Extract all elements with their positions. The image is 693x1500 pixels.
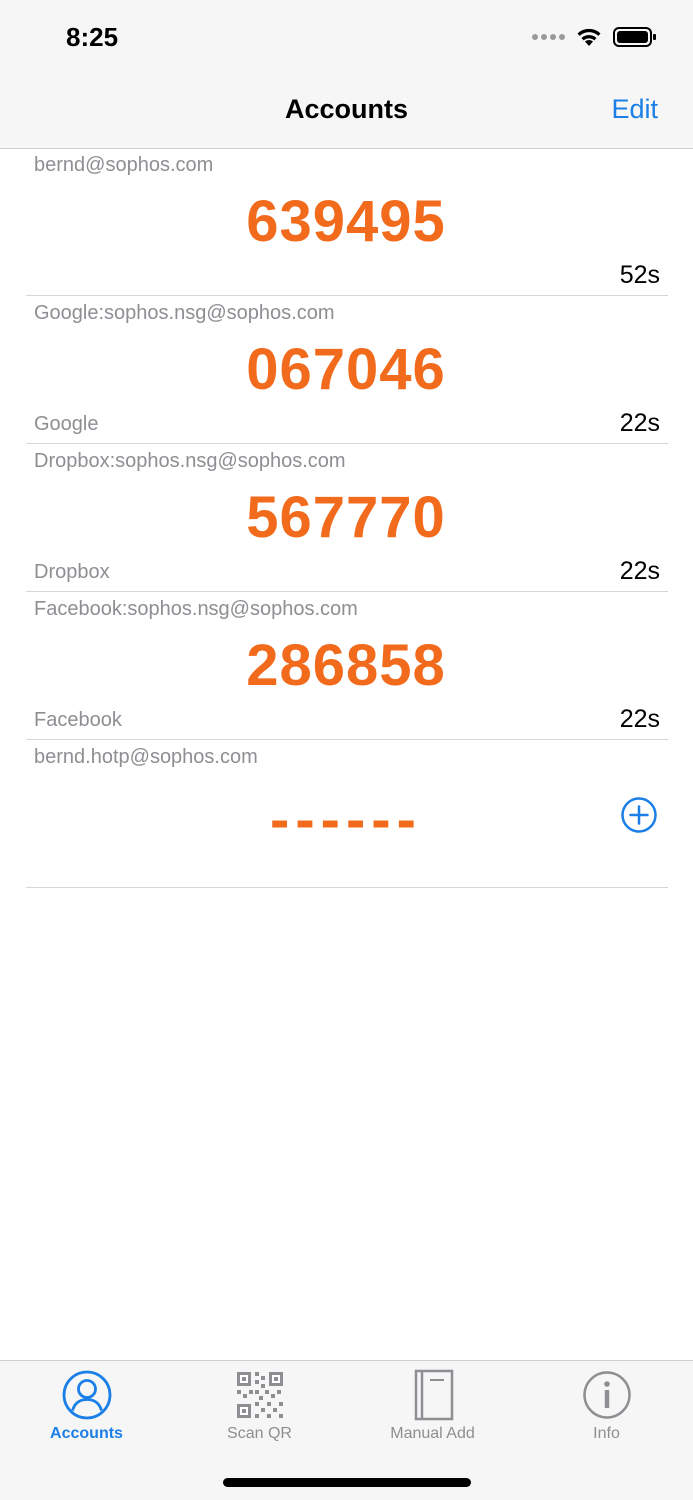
account-name: Google:sophos.nsg@sophos.com [34,302,335,324]
countdown-timer: 22s [619,409,660,437]
battery-icon [613,27,656,47]
account-issuer: Facebook [34,709,122,731]
edit-button[interactable]: Edit [611,94,658,125]
tab-accounts[interactable]: Accounts [0,1369,173,1449]
account-name: bernd@sophos.com [34,154,214,176]
notebook-icon [414,1369,453,1421]
generate-code-plus-icon[interactable] [620,796,658,834]
account-row[interactable]: Google:sophos.nsg@sophos.com 067046 Goog… [26,296,668,444]
qr-code-icon [236,1372,283,1418]
account-row-hotp[interactable]: bernd.hotp@sophos.com ------ [26,740,668,888]
tab-scan-qr[interactable]: Scan QR [173,1369,346,1449]
tab-info[interactable]: Info [520,1369,693,1449]
wifi-icon [577,28,601,46]
otp-code[interactable]: 639495 [26,188,666,255]
cellular-signal-icon [532,34,565,40]
otp-code[interactable]: 567770 [26,484,666,551]
countdown-timer: 22s [619,557,660,585]
accounts-screen: 8:25 Accounts Edit bernd@sophos.com 6394… [0,0,693,1500]
account-issuer: Dropbox [34,561,110,583]
tab-label: Manual Add [390,1425,475,1442]
home-indicator [223,1478,471,1487]
otp-code[interactable]: 067046 [26,336,666,403]
tab-label: Scan QR [227,1425,292,1442]
accounts-list: bernd@sophos.com 639495 52s Google:sopho… [0,148,693,888]
account-name: bernd.hotp@sophos.com [34,746,258,768]
top-bar: 8:25 Accounts Edit [0,0,693,149]
account-row[interactable]: bernd@sophos.com 639495 52s [26,148,668,296]
tab-label: Info [593,1425,620,1442]
info-circle-icon [582,1371,631,1419]
otp-placeholder: ------ [270,787,422,852]
account-row[interactable]: Facebook:sophos.nsg@sophos.com 286858 Fa… [26,592,668,740]
person-circle-icon [62,1370,111,1420]
page-title: Accounts [284,94,409,124]
account-name: Dropbox:sophos.nsg@sophos.com [34,450,346,472]
countdown-timer: 52s [619,261,660,289]
otp-code[interactable]: 286858 [26,632,666,699]
status-icons [532,26,657,48]
account-row[interactable]: Dropbox:sophos.nsg@sophos.com 567770 Dro… [26,444,668,592]
tab-manual-add[interactable]: Manual Add [346,1369,519,1449]
account-name: Facebook:sophos.nsg@sophos.com [34,598,358,620]
status-time: 8:25 [66,22,119,52]
countdown-timer: 22s [619,705,660,733]
account-issuer: Google [34,413,99,435]
tab-label: Accounts [50,1425,123,1442]
